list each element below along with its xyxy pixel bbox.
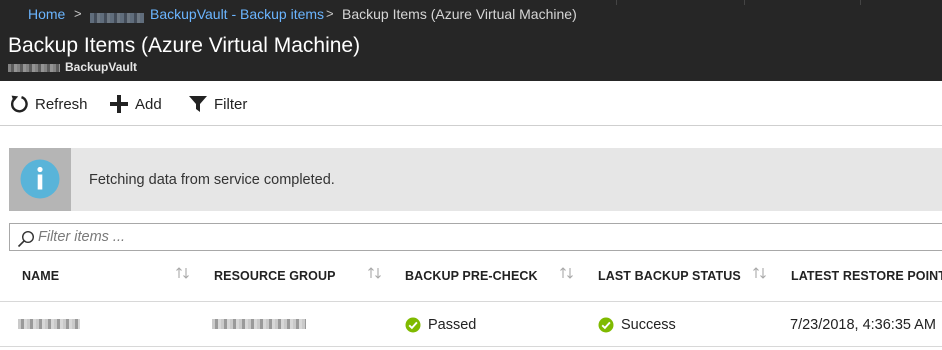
breadcrumb-bar: Home > BackupVault - Backup items > Back… — [0, 0, 942, 28]
column-header-last-backup-status[interactable]: LAST BACKUP STATUS — [598, 269, 741, 283]
breadcrumb-vault-link[interactable]: BackupVault - Backup items — [150, 6, 324, 22]
sort-icon[interactable] — [752, 266, 768, 285]
info-banner: Fetching data from service completed. — [9, 148, 942, 211]
redacted-vault-prefix — [8, 63, 60, 72]
add-label: Add — [135, 95, 162, 113]
column-header-latest-restore-point[interactable]: LATEST RESTORE POINT — [791, 269, 942, 283]
backup-status-value: Success — [621, 317, 676, 333]
cell-name-redacted — [18, 317, 80, 329]
sort-icon[interactable] — [559, 266, 575, 285]
divider — [744, 0, 745, 5]
cell-last-backup-status: Success — [598, 317, 676, 333]
success-check-icon — [598, 317, 621, 333]
vault-name: BackupVault — [65, 60, 138, 74]
info-icon-box — [9, 148, 71, 211]
refresh-label: Refresh — [35, 95, 88, 113]
banner-message: Fetching data from service completed. — [89, 172, 335, 188]
divider — [860, 0, 861, 5]
refresh-icon — [9, 94, 29, 114]
page-subtitle: BackupVault — [8, 60, 137, 74]
redacted-vault-name — [90, 9, 144, 25]
filter-button[interactable]: Filter — [188, 93, 247, 115]
sort-icon[interactable] — [175, 266, 191, 285]
filter-box[interactable] — [9, 223, 942, 251]
page-title: Backup Items (Azure Virtual Machine) — [8, 34, 361, 57]
cell-latest-restore-point: 7/23/2018, 4:36:35 AM — [790, 317, 936, 333]
cell-resource-group-redacted — [212, 317, 306, 329]
sort-icon[interactable] — [367, 266, 383, 285]
filter-label: Filter — [214, 95, 248, 113]
column-header-backup-pre-check[interactable]: BACKUP PRE-CHECK — [405, 269, 538, 283]
refresh-button[interactable]: Refresh — [9, 93, 88, 115]
success-check-icon — [405, 317, 428, 333]
divider — [616, 0, 617, 5]
add-button[interactable]: Add — [109, 93, 162, 115]
breadcrumb-separator: > — [74, 6, 82, 21]
cell-backup-pre-check: Passed — [405, 317, 476, 333]
filter-icon — [188, 94, 208, 114]
breadcrumb-home[interactable]: Home — [28, 6, 65, 22]
blade-header: Backup Items (Azure Virtual Machine) Bac… — [0, 28, 942, 81]
column-header-name[interactable]: NAME — [22, 269, 59, 283]
breadcrumb-current: Backup Items (Azure Virtual Machine) — [342, 6, 577, 22]
table-header: NAME RESOURCE GROUP BACKUP PRE-CHECK LAS… — [0, 252, 942, 302]
breadcrumb-separator: > — [326, 6, 334, 21]
column-header-resource-group[interactable]: RESOURCE GROUP — [214, 269, 336, 283]
command-bar: Refresh Add Filter — [0, 81, 942, 126]
table-row[interactable]: Passed Success 7/23/2018, 4:36:35 AM — [0, 303, 942, 347]
filter-input[interactable] — [38, 227, 918, 247]
add-icon — [109, 94, 129, 114]
pre-check-value: Passed — [428, 317, 477, 333]
